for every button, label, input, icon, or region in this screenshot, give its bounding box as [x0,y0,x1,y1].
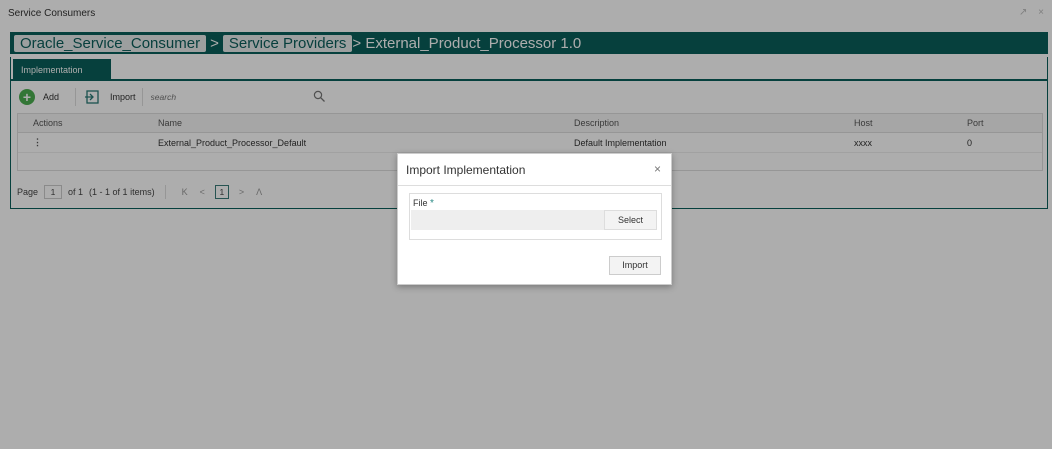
file-label: File * [413,198,434,209]
required-asterisk: * [430,198,434,209]
file-path-field[interactable] [411,210,604,230]
import-submit-button[interactable]: Import [609,256,661,275]
file-field-group: File * Select [409,193,662,240]
close-icon[interactable]: × [654,162,661,176]
file-label-text: File [413,198,428,208]
import-implementation-dialog: Import Implementation × File * Select Im… [397,153,672,285]
dialog-divider [398,185,671,186]
select-file-button[interactable]: Select [604,210,657,230]
dialog-title: Import Implementation [406,163,526,177]
